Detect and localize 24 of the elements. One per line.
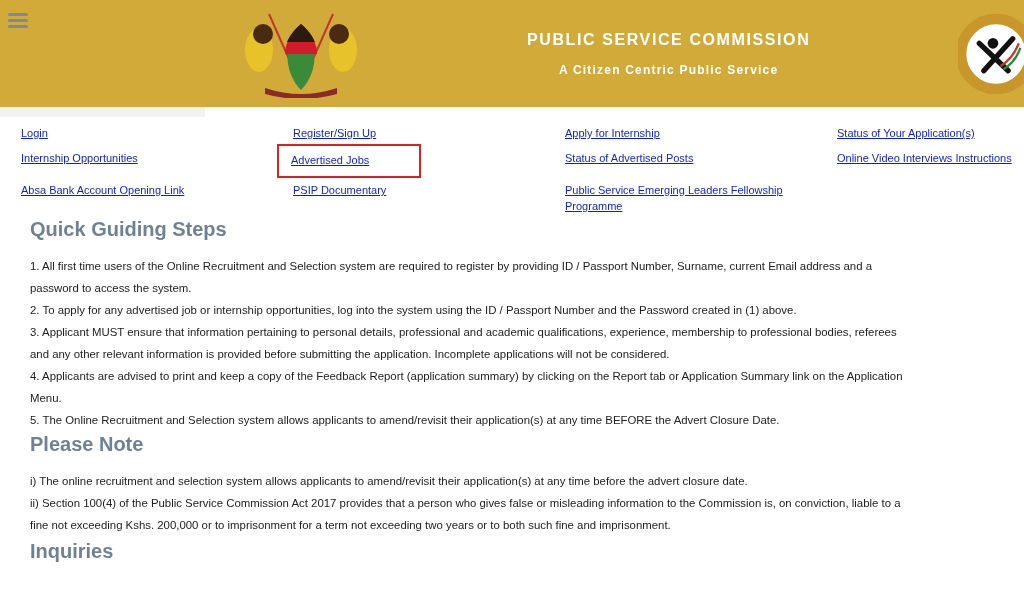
nav-link[interactable]: Internship Opportunities [21,150,138,166]
nav-link[interactable]: Register/Sign Up [293,125,377,141]
nav-link[interactable]: Absa Bank Account Opening Link [21,182,185,198]
paragraph: 1. All first time users of the Online Recruitment and Selection system are required to register by providing ID / Passport Number, Surname, current Email address and a password to access the system. [30,259,874,296]
paragraph: 2. To apply for any advertised job or internship opportunities, log into the system using the ID / Passport Number and the Password created in (1) above. [30,303,798,318]
nav-link[interactable]: Login [21,125,48,141]
paragraph: 4. Applicants are advised to print and keep a copy of the Feedback Report (application summary) by clicking on the Report tab or Application Summary link on the Application Menu. [30,369,904,406]
paragraph: 5. The Online Recruitment and Selection system allows applicants to amend/revisit their application(s) at any time BEFORE the Advert Closure Date. [30,413,781,428]
nav-link[interactable]: PSIP Documentary [293,182,387,198]
header-title: PUBLIC SERVICE COMMISSION [527,30,811,49]
nav-link[interactable]: Online Video Interviews Instructions [837,150,1012,166]
nav-link[interactable]: Status of Advertised Posts [565,150,694,166]
paragraph: 3. Applicant MUST ensure that information pertaining to personal details, professional and academic qualifications, experience, membership to professional bodies, referees and any other relevant information is provided before submitting the application. Incomplete applications will not be considered. [30,325,898,362]
paragraph: ii) Section 100(4) of the Public Service Commission Act 2017 provides that a person who gives false or misleading information to the Commission is, on conviction, liable to a fine not exceeding Kshs. 200,000 or to imprisonment for a term not exceeding two years or to both such fine and imprisonment. [30,496,902,533]
section-heading: Inquiries [30,540,115,563]
nav-link[interactable]: Status of Your Application(s) [837,125,975,141]
nav-link[interactable]: Public Service Emerging Leaders Fellowship Programme [565,182,805,214]
nav-link[interactable]: Advertised Jobs [279,146,420,176]
menu-icon[interactable] [8,12,28,28]
paragraph: i) The online recruitment and selection system allows applicants to amend/revisit their application(s) at any time before the advert closure date. [30,474,749,489]
section-heading: Quick Guiding Steps [30,218,228,241]
header-subtitle: A Citizen Centric Public Service [557,62,780,77]
section-heading: Please Note [30,433,145,456]
nav-link[interactable]: Apply for Internship [565,125,660,141]
